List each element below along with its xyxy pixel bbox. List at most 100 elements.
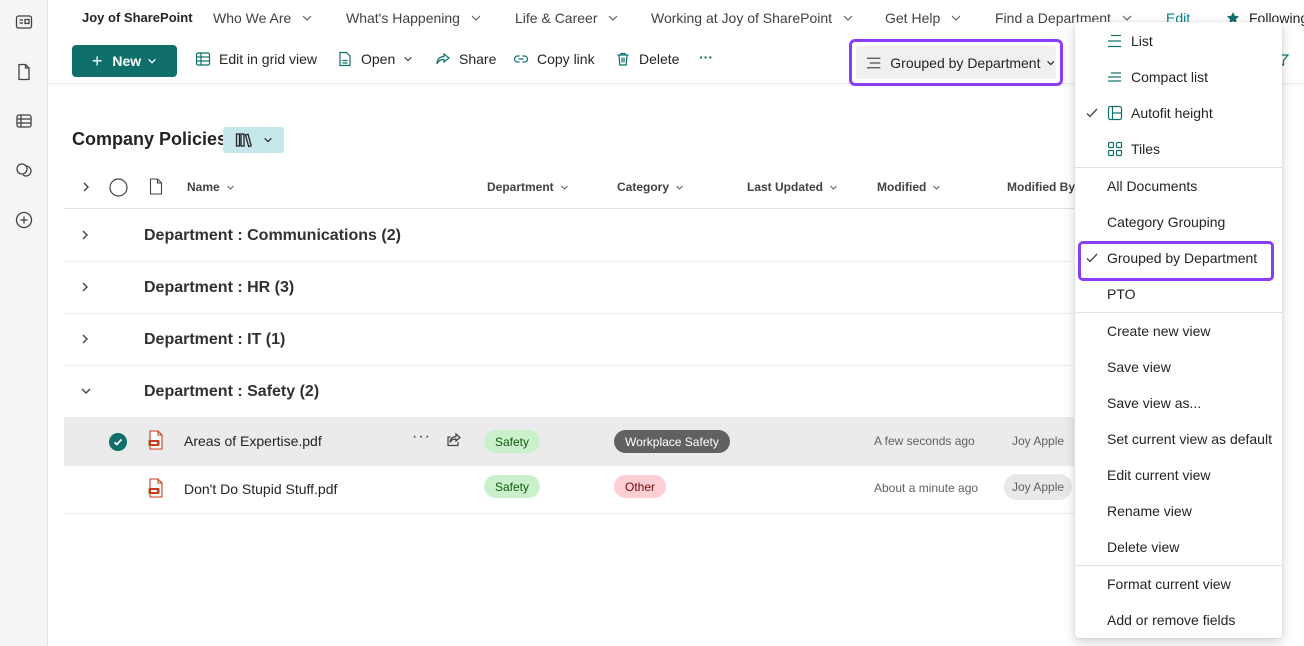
list-app-icon[interactable] [12,109,36,133]
view-switcher-highlight: Grouped by Department [849,39,1063,86]
menu-item-label: PTO [1107,286,1136,302]
news-icon[interactable] [12,10,36,34]
column-department[interactable]: Department [487,180,569,194]
chevron-right-icon[interactable] [80,333,90,345]
category-pill: Other [614,475,667,498]
chevron-down-icon[interactable] [80,385,92,397]
menu-item-list[interactable]: List [1075,23,1282,59]
menu-item-create-new-view[interactable]: Create new view [1075,313,1282,349]
open-label: Open [361,51,396,67]
chevron-down-icon [302,15,312,21]
chevron-right-icon[interactable] [80,281,90,293]
group-header-it[interactable]: Department : IT (1) [64,314,1074,366]
open-button[interactable]: Open [337,51,413,67]
nav-item-who-we-are[interactable]: Who We Are [213,10,313,26]
nav-item-working-at[interactable]: Working at Joy of SharePoint [651,10,854,26]
column-header-row: Name Department Category Last Updated Mo… [64,168,1075,209]
group-label: Department : IT (1) [144,331,286,348]
more-actions-button[interactable]: ··· [699,49,713,65]
file-name-link[interactable]: Areas of Expertise.pdf [184,433,322,449]
edit-grid-label: Edit in grid view [219,51,318,67]
menu-item-delete-view[interactable]: Delete view [1075,529,1282,565]
menu-item-format-current-view[interactable]: Format current view [1075,566,1282,602]
column-modified[interactable]: Modified [877,180,941,194]
site-title[interactable]: Joy of SharePoint [82,10,193,25]
chevron-down-icon [226,185,234,190]
column-modified-by[interactable]: Modified By [1007,180,1075,194]
chevron-down-icon [609,15,618,21]
menu-item-pto[interactable]: PTO [1075,276,1282,312]
tiles-icon [1107,141,1123,157]
nav-item-get-help[interactable]: Get Help [885,10,962,26]
menu-item-save-view-as[interactable]: Save view as... [1075,385,1282,421]
group-header-safety[interactable]: Department : Safety (2) [64,366,1074,418]
grid-icon [195,52,211,66]
file-name-link[interactable]: Don't Do Stupid Stuff.pdf [184,481,337,497]
menu-item-set-default-view[interactable]: Set current view as default [1075,421,1282,457]
menu-item-rename-view[interactable]: Rename view [1075,493,1282,529]
conversations-icon[interactable] [12,158,36,182]
row-checkbox-checked[interactable] [109,433,127,451]
column-label: Modified [877,180,927,194]
group-label: Department : HR (3) [144,279,295,296]
share-label: Share [459,51,497,67]
menu-item-label: All Documents [1107,178,1198,194]
copy-link-button[interactable]: Copy link [513,51,595,67]
view-switcher-button[interactable]: Grouped by Department [856,46,1056,79]
menu-item-label: Format current view [1107,576,1231,592]
chevron-down-icon [843,15,853,21]
menu-item-label: Create new view [1107,323,1211,339]
modified-by-value[interactable]: Joy Apple [1004,474,1073,500]
document-icon[interactable] [12,60,36,84]
library-view-button[interactable] [223,127,284,153]
menu-item-category-grouping[interactable]: Category Grouping [1075,204,1282,240]
menu-item-label: List [1131,33,1153,49]
column-label: Last Updated [747,180,824,194]
table-row[interactable]: Areas of Expertise.pdf ··· Safety Workpl… [64,418,1074,466]
add-circle-icon[interactable] [12,208,36,232]
edit-grid-button[interactable]: Edit in grid view [195,51,317,67]
expand-all-icon[interactable] [81,181,91,193]
delete-button[interactable]: Delete [615,51,679,67]
nav-item-whats-happening[interactable]: What's Happening [346,10,482,26]
group-label: Department : Communications (2) [144,227,401,244]
menu-item-tiles[interactable]: Tiles [1075,131,1282,167]
menu-item-label: Set current view as default [1107,431,1272,447]
menu-item-label: Tiles [1131,141,1161,157]
category-pill: Workplace Safety [614,430,730,453]
chevron-down-icon [1047,60,1055,65]
column-category[interactable]: Category [617,180,684,194]
library-title: Company Policies [72,129,228,149]
menu-item-label: Save view [1107,359,1171,375]
column-last-updated[interactable]: Last Updated [747,180,838,194]
link-icon [513,55,529,63]
autofit-icon [1107,105,1123,121]
share-button[interactable]: Share [435,51,496,67]
menu-item-save-view[interactable]: Save view [1075,349,1282,385]
chevron-down-icon [560,185,568,190]
table-row[interactable]: Don't Do Stupid Stuff.pdf Safety Other A… [64,466,1074,514]
checkmark-icon [113,438,123,446]
group-header-communications[interactable]: Department : Communications (2) [64,210,1074,262]
menu-item-all-documents[interactable]: All Documents [1075,168,1282,204]
new-button[interactable]: + New [72,45,177,77]
menu-item-autofit-height[interactable]: Autofit height [1075,95,1282,131]
select-all-checkbox[interactable] [109,178,128,197]
menu-item-add-remove-fields[interactable]: Add or remove fields [1075,602,1282,638]
group-header-hr[interactable]: Department : HR (3) [64,262,1074,314]
menu-item-label: Rename view [1107,503,1192,519]
file-type-icon[interactable] [149,178,163,195]
chevron-down-icon [676,185,683,190]
copy-link-label: Copy link [537,51,595,67]
chevron-right-icon[interactable] [80,229,90,241]
nav-label: What's Happening [346,10,460,26]
menu-item-edit-current-view[interactable]: Edit current view [1075,457,1282,493]
column-name[interactable]: Name [187,180,235,194]
share-icon[interactable] [446,432,462,448]
menu-item-label: Add or remove fields [1107,612,1236,628]
row-more-icon[interactable]: ··· [412,428,431,446]
pdf-file-icon [148,478,163,498]
menu-item-compact-list[interactable]: Compact list [1075,59,1282,95]
modified-by-value[interactable]: Joy Apple [1012,434,1064,448]
nav-item-life-career[interactable]: Life & Career [515,10,619,26]
